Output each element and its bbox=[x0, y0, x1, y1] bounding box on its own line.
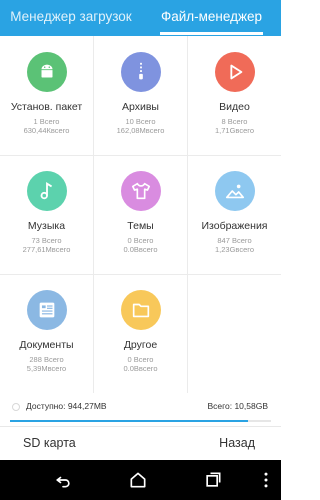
category-label: Документы bbox=[19, 339, 74, 351]
home-icon[interactable] bbox=[127, 470, 149, 490]
category-size: 1,71Gвсего bbox=[215, 126, 254, 135]
category-count: 8 Всего bbox=[221, 117, 248, 126]
tab-bar: Менеджер загрузок Файл-менеджер bbox=[0, 0, 281, 36]
category-count: 73 Всего bbox=[31, 236, 62, 245]
grid-divider bbox=[93, 36, 94, 393]
back-button[interactable]: Назад bbox=[219, 436, 255, 450]
category-apk[interactable]: Установ. пакет 1 Всего 630,44Квсего bbox=[0, 36, 93, 155]
category-label: Видео bbox=[219, 101, 250, 113]
category-count: 10 Всего bbox=[125, 117, 156, 126]
tab-file-manager[interactable]: Файл-менеджер bbox=[142, 0, 281, 36]
storage-progress-fill bbox=[10, 420, 248, 422]
category-size: 162,08Мвсего bbox=[116, 126, 165, 135]
category-size: 0.0Bвсего bbox=[123, 364, 158, 373]
category-count: 288 Всего bbox=[29, 355, 64, 364]
folder-icon bbox=[121, 290, 161, 330]
android-icon bbox=[27, 52, 67, 92]
category-music[interactable]: Музыка 73 Всего 277,61Мвсего bbox=[0, 155, 93, 274]
sd-card-button[interactable]: SD карта bbox=[23, 436, 76, 450]
tshirt-icon bbox=[121, 171, 161, 211]
document-icon bbox=[27, 290, 67, 330]
storage-info: Доступно: 944,27MB Всего: 10,58GB bbox=[0, 398, 281, 418]
storage-progress-bar bbox=[10, 420, 271, 422]
music-note-icon bbox=[27, 171, 67, 211]
category-grid: Установ. пакет 1 Всего 630,44Квсего Архи… bbox=[0, 36, 281, 393]
category-size: 0.0Bвсего bbox=[123, 245, 158, 254]
active-tab-indicator bbox=[160, 32, 263, 35]
bottom-action-bar: SD карта Назад bbox=[0, 426, 281, 460]
category-documents[interactable]: Документы 288 Всего 5,39Мвсего bbox=[0, 274, 93, 393]
grid-divider bbox=[187, 36, 188, 393]
category-label: Музыка bbox=[27, 220, 66, 232]
category-count: 1 Всего bbox=[33, 117, 60, 126]
back-icon[interactable] bbox=[52, 470, 74, 490]
category-archives[interactable]: Архивы 10 Всего 162,08Мвсего bbox=[94, 36, 187, 155]
play-icon bbox=[215, 52, 255, 92]
category-other[interactable]: Другое 0 Всего 0.0Bвсего bbox=[94, 274, 187, 393]
menu-dots-icon[interactable] bbox=[255, 470, 277, 490]
image-icon bbox=[215, 171, 255, 211]
storage-dot-icon bbox=[12, 403, 20, 411]
category-size: 5,39Мвсего bbox=[26, 364, 67, 373]
category-label: Установ. пакет bbox=[10, 101, 83, 113]
category-label: Архивы bbox=[122, 101, 159, 113]
category-images[interactable]: Изображения 847 Всего 1,23Gвсего bbox=[188, 155, 281, 274]
category-size: 630,44Квсего bbox=[23, 126, 70, 135]
storage-total: Всего: 10,58GB bbox=[207, 401, 268, 411]
category-themes[interactable]: Темы 0 Всего 0.0Bвсего bbox=[94, 155, 187, 274]
category-count: 0 Всего bbox=[127, 355, 154, 364]
category-count: 0 Всего bbox=[127, 236, 154, 245]
grid-divider bbox=[0, 274, 281, 275]
recents-icon[interactable] bbox=[202, 470, 224, 490]
category-video[interactable]: Видео 8 Всего 1,71Gвсего bbox=[188, 36, 281, 155]
archive-zip-icon bbox=[121, 52, 161, 92]
category-label: Другое bbox=[123, 339, 158, 351]
tab-download-manager[interactable]: Менеджер загрузок bbox=[0, 0, 142, 36]
category-count: 847 Всего bbox=[217, 236, 252, 245]
category-label: Темы bbox=[127, 220, 154, 232]
storage-available: Доступно: 944,27MB bbox=[26, 401, 107, 411]
category-size: 1,23Gвсего bbox=[215, 245, 254, 254]
grid-divider bbox=[0, 155, 281, 156]
system-nav-bar bbox=[0, 460, 281, 500]
category-size: 277,61Мвсего bbox=[22, 245, 71, 254]
category-label: Изображения bbox=[201, 220, 268, 232]
